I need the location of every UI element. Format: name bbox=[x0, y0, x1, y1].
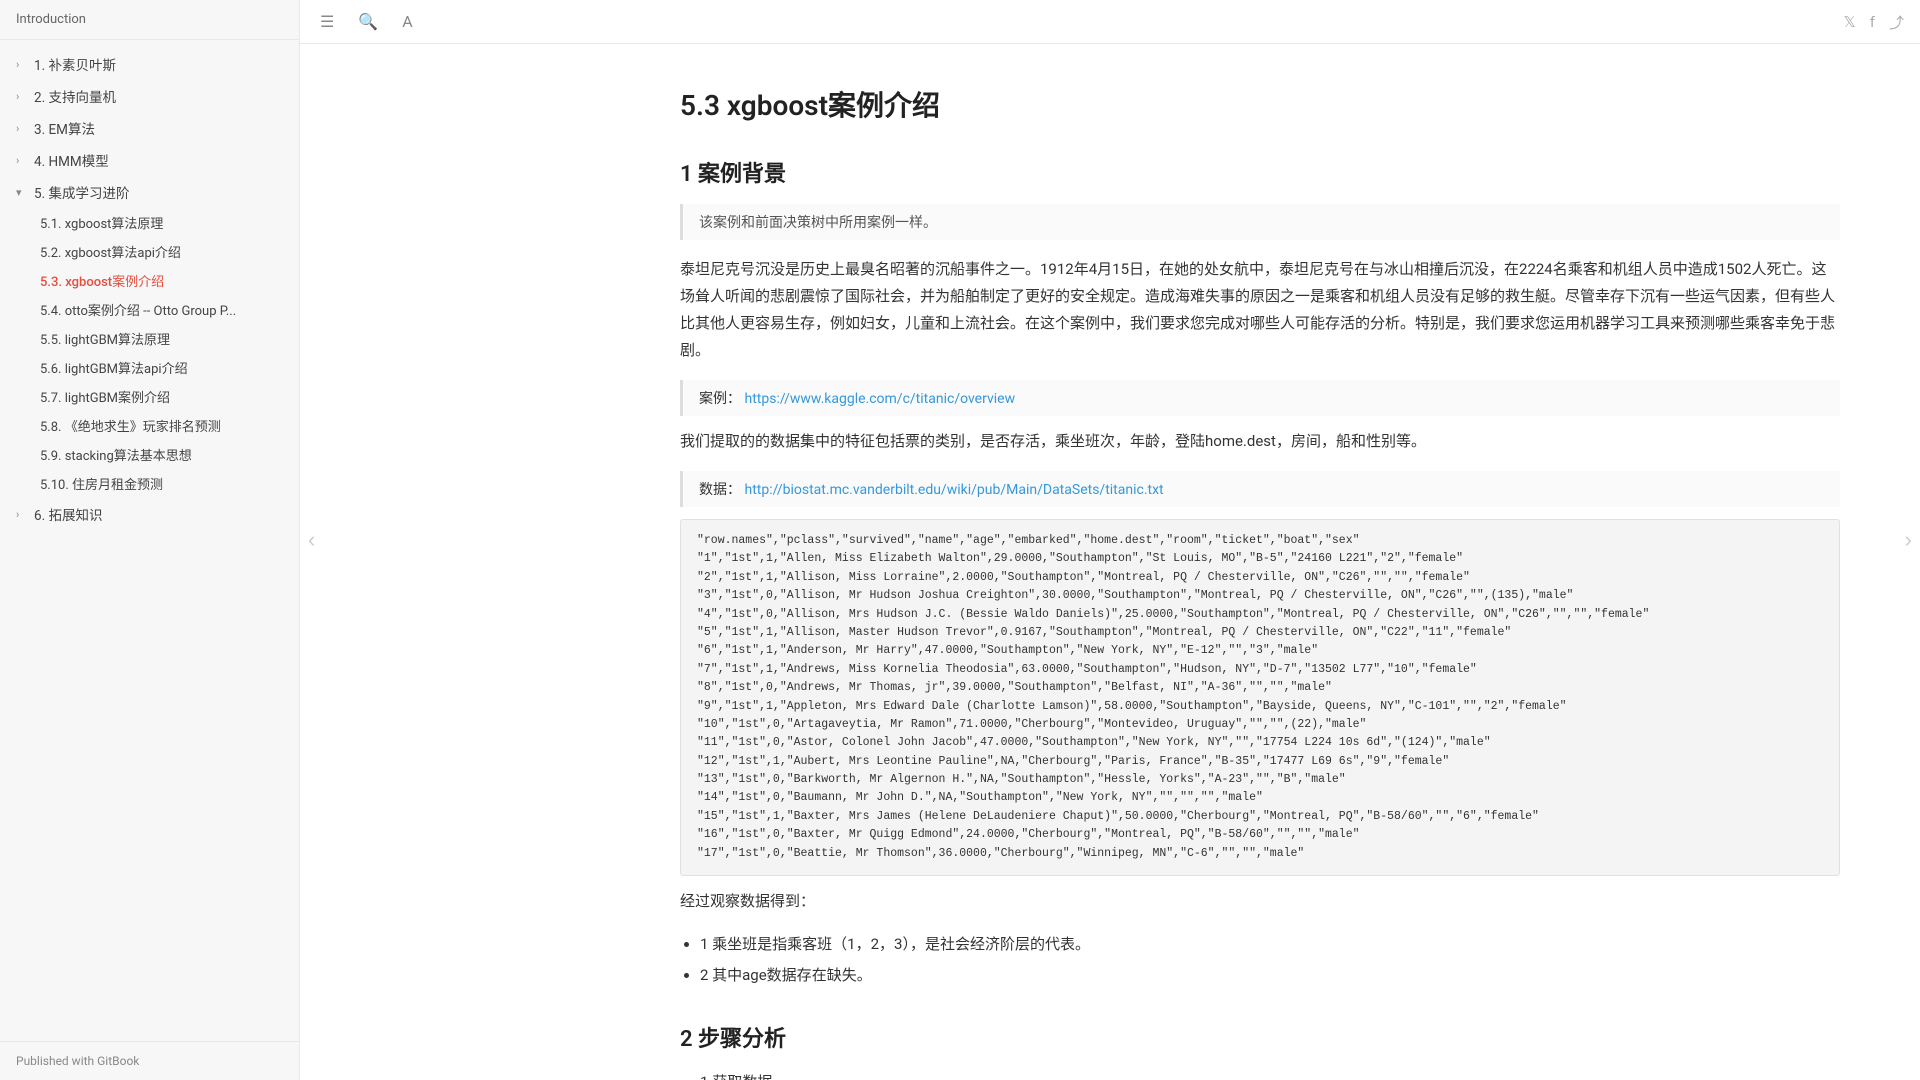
data-link-block: 数据： http://biostat.mc.vanderbilt.edu/wik… bbox=[680, 471, 1840, 507]
sidebar-subitem-s52[interactable]: 5.2. xgboost算法api介绍 bbox=[0, 237, 299, 266]
next-button[interactable]: › bbox=[1897, 519, 1920, 561]
sidebar-subitem-s55[interactable]: 5.5. lightGBM算法原理 bbox=[0, 324, 299, 353]
list-item: 1 乘坐班是指乘客班（1，2，3），是社会经济阶层的代表。 bbox=[700, 931, 1840, 958]
font-icon[interactable]: A bbox=[398, 8, 416, 35]
sidebar: Introduction ›1. 补素贝叶斯›2. 支持向量机›3. EM算法›… bbox=[0, 0, 300, 1080]
social-bar: 𝕏 f ⤴ bbox=[1828, 0, 1920, 44]
list-item: 2 其中age数据存在缺失。 bbox=[700, 962, 1840, 989]
sidebar-subitem-s510[interactable]: 5.10. 住房月租金预测 bbox=[0, 469, 299, 498]
main-content: 5.3 xgboost案例介绍 1 案例背景 该案例和前面决策树中所用案例一样。… bbox=[600, 44, 1920, 1080]
sidebar-item-ch6[interactable]: › 6. 拓展知识 bbox=[0, 498, 299, 530]
menu-icon[interactable]: ☰ bbox=[316, 8, 338, 35]
sidebar-header: Introduction bbox=[0, 0, 299, 40]
section2-title: 2 步骤分析 bbox=[680, 1021, 1840, 1053]
sidebar-nav: › 1. 补素贝叶斯 › 2. 支持向量机 › 3. EM算法 › 4. HMM模型 ▾ 5. 集… bbox=[0, 40, 299, 1041]
data-label: 数据： bbox=[699, 482, 741, 498]
sidebar-subitem-s57[interactable]: 5.7. lightGBM案例介绍 bbox=[0, 382, 299, 411]
sidebar-item-ch1[interactable]: › 1. 补素贝叶斯 bbox=[0, 48, 299, 80]
sidebar-item-label: 4. HMM模型 bbox=[34, 150, 109, 170]
section2-list: 1.获取数据2.数据基本处理 bbox=[700, 1069, 1840, 1080]
list-item: 1.获取数据 bbox=[700, 1069, 1840, 1080]
code-block: "row.names","pclass","survived","name","… bbox=[680, 519, 1840, 876]
sidebar-item-ch5[interactable]: ▾ 5. 集成学习进阶 bbox=[0, 176, 299, 208]
chevron-icon: › bbox=[16, 58, 28, 71]
prev-button[interactable]: ‹ bbox=[300, 519, 323, 561]
sidebar-subitem-s59[interactable]: 5.9. stacking算法基本思想 bbox=[0, 440, 299, 469]
sidebar-subitem-s56[interactable]: 5.6. lightGBM算法api介绍 bbox=[0, 353, 299, 382]
section1-para1: 泰坦尼克号沉没是历史上最臭名昭著的沉船事件之一。1912年4月15日，在她的处女… bbox=[680, 256, 1840, 364]
chevron-icon: › bbox=[16, 90, 28, 103]
twitter-icon[interactable]: 𝕏 bbox=[1844, 13, 1856, 31]
sidebar-item-label: 2. 支持向量机 bbox=[34, 86, 116, 106]
sidebar-item-ch4[interactable]: › 4. HMM模型 bbox=[0, 144, 299, 176]
section1-title: 1 案例背景 bbox=[680, 156, 1840, 188]
sidebar-footer: Published with GitBook bbox=[0, 1041, 299, 1080]
case-label: 案例： bbox=[699, 391, 741, 407]
chevron-icon: › bbox=[16, 122, 28, 135]
search-icon[interactable]: 🔍 bbox=[354, 8, 382, 35]
sidebar-subitem-s54[interactable]: 5.4. otto案例介绍 -- Otto Group P... bbox=[0, 295, 299, 324]
chevron-icon: › bbox=[16, 154, 28, 167]
sidebar-subitem-s53[interactable]: 5.3. xgboost案例介绍 bbox=[0, 266, 299, 295]
case-url[interactable]: https://www.kaggle.com/c/titanic/overvie… bbox=[744, 391, 1015, 407]
observations-title: 经过观察数据得到： bbox=[680, 888, 1840, 915]
sidebar-item-label: 3. EM算法 bbox=[34, 118, 95, 138]
sidebar-item-label: 1. 补素贝叶斯 bbox=[34, 54, 116, 74]
data-url[interactable]: http://biostat.mc.vanderbilt.edu/wiki/pu… bbox=[744, 482, 1163, 498]
section1-para2: 我们提取的的数据集中的特征包括票的类别，是否存活，乘坐班次，年龄，登陆home.… bbox=[680, 428, 1840, 455]
sidebar-item-ch3[interactable]: › 3. EM算法 bbox=[0, 112, 299, 144]
observations-list: 1 乘坐班是指乘客班（1，2，3），是社会经济阶层的代表。 2 其中age数据存在… bbox=[700, 931, 1840, 989]
chevron-icon: › bbox=[16, 508, 28, 521]
chevron-icon: ▾ bbox=[16, 186, 28, 199]
share-icon[interactable]: ⤴ bbox=[1889, 12, 1904, 33]
sidebar-item-ch2[interactable]: › 2. 支持向量机 bbox=[0, 80, 299, 112]
sidebar-item-label: 5. 集成学习进阶 bbox=[34, 182, 130, 202]
sidebar-item-label: 6. 拓展知识 bbox=[34, 504, 103, 524]
facebook-icon[interactable]: f bbox=[1870, 13, 1875, 31]
section1-blockquote: 该案例和前面决策树中所用案例一样。 bbox=[680, 204, 1840, 240]
sidebar-subitem-s58[interactable]: 5.8. 《绝地求生》玩家排名预测 bbox=[0, 411, 299, 440]
page-title: 5.3 xgboost案例介绍 bbox=[680, 84, 1840, 124]
case-link-block: 案例： https://www.kaggle.com/c/titanic/ove… bbox=[680, 380, 1840, 416]
sidebar-subitem-s51[interactable]: 5.1. xgboost算法原理 bbox=[0, 208, 299, 237]
toolbar: ☰ 🔍 A bbox=[300, 0, 1920, 44]
